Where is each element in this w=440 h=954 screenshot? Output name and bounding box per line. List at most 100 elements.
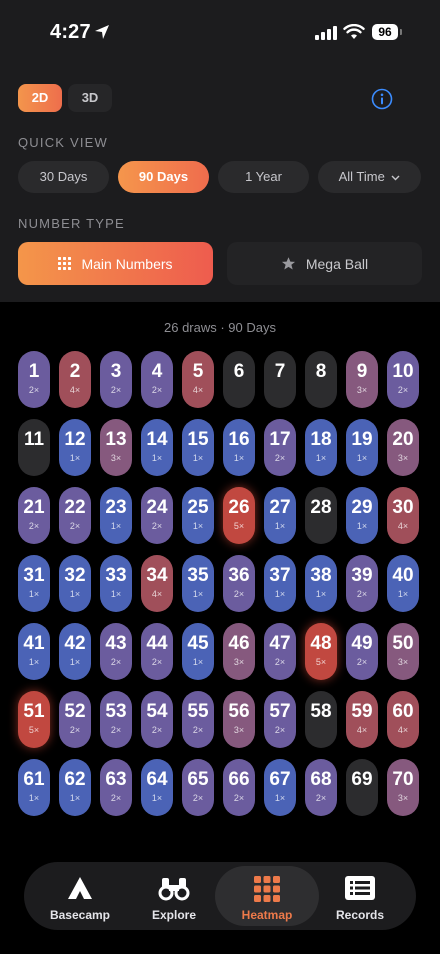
number-ball-53[interactable]: 53 2× xyxy=(100,691,132,748)
number-ball-31[interactable]: 31 1× xyxy=(18,555,50,612)
toggle-3d-button[interactable]: 3D xyxy=(68,84,112,112)
number-ball-46[interactable]: 46 3× xyxy=(223,623,255,680)
number-ball-64[interactable]: 64 1× xyxy=(141,759,173,816)
ball-number: 51 xyxy=(23,701,45,722)
number-ball-4[interactable]: 4 2× xyxy=(141,351,173,408)
number-ball-9[interactable]: 9 3× xyxy=(346,351,378,408)
quick-view-30-days[interactable]: 30 Days xyxy=(18,161,109,193)
number-ball-54[interactable]: 54 2× xyxy=(141,691,173,748)
number-ball-56[interactable]: 56 3× xyxy=(223,691,255,748)
number-ball-45[interactable]: 45 1× xyxy=(182,623,214,680)
number-ball-38[interactable]: 38 1× xyxy=(305,555,337,612)
number-ball-50[interactable]: 50 3× xyxy=(387,623,419,680)
number-ball-36[interactable]: 36 2× xyxy=(223,555,255,612)
ball-count: 2× xyxy=(110,725,122,735)
number-ball-44[interactable]: 44 2× xyxy=(141,623,173,680)
number-ball-8[interactable]: 8 xyxy=(305,351,337,408)
number-ball-6[interactable]: 6 xyxy=(223,351,255,408)
draw-summary: 26 draws · 90 Days xyxy=(164,320,276,335)
cellular-signal-icon xyxy=(315,26,337,40)
ball-number: 31 xyxy=(23,565,45,586)
number-ball-40[interactable]: 40 1× xyxy=(387,555,419,612)
number-ball-70[interactable]: 70 3× xyxy=(387,759,419,816)
info-icon[interactable] xyxy=(371,88,393,110)
number-ball-12[interactable]: 12 1× xyxy=(59,419,91,476)
tab-records[interactable]: Records xyxy=(314,866,406,926)
number-ball-52[interactable]: 52 2× xyxy=(59,691,91,748)
quick-view-90-days[interactable]: 90 Days xyxy=(118,161,209,193)
number-ball-23[interactable]: 23 1× xyxy=(100,487,132,544)
ball-count: 2× xyxy=(110,657,122,667)
number-ball-11[interactable]: 11 xyxy=(18,419,50,476)
number-ball-24[interactable]: 24 2× xyxy=(141,487,173,544)
number-ball-10[interactable]: 10 2× xyxy=(387,351,419,408)
quick-view-all-time[interactable]: All Time xyxy=(318,161,421,193)
tab-explore-label: Explore xyxy=(151,908,196,922)
number-ball-34[interactable]: 34 4× xyxy=(141,555,173,612)
number-ball-37[interactable]: 37 1× xyxy=(264,555,296,612)
number-ball-49[interactable]: 49 2× xyxy=(346,623,378,680)
number-ball-22[interactable]: 22 2× xyxy=(59,487,91,544)
number-ball-17[interactable]: 17 2× xyxy=(264,419,296,476)
number-ball-59[interactable]: 59 4× xyxy=(346,691,378,748)
chevron-down-icon xyxy=(391,175,400,181)
number-ball-62[interactable]: 62 1× xyxy=(59,759,91,816)
number-ball-57[interactable]: 57 2× xyxy=(264,691,296,748)
number-ball-32[interactable]: 32 1× xyxy=(59,555,91,612)
number-ball-20[interactable]: 20 3× xyxy=(387,419,419,476)
ball-number: 39 xyxy=(351,565,373,586)
number-ball-16[interactable]: 16 1× xyxy=(223,419,255,476)
tab-explore[interactable]: Explore xyxy=(128,866,220,926)
number-ball-7[interactable]: 7 xyxy=(264,351,296,408)
number-ball-69[interactable]: 69 xyxy=(346,759,378,816)
number-ball-63[interactable]: 63 2× xyxy=(100,759,132,816)
number-ball-21[interactable]: 21 2× xyxy=(18,487,50,544)
number-ball-5[interactable]: 5 4× xyxy=(182,351,214,408)
number-ball-60[interactable]: 60 4× xyxy=(387,691,419,748)
number-ball-26[interactable]: 26 5× xyxy=(223,487,255,544)
number-ball-27[interactable]: 27 1× xyxy=(264,487,296,544)
number-ball-65[interactable]: 65 2× xyxy=(182,759,214,816)
main-numbers-button[interactable]: Main Numbers xyxy=(18,242,213,285)
number-ball-67[interactable]: 67 1× xyxy=(264,759,296,816)
number-ball-68[interactable]: 68 2× xyxy=(305,759,337,816)
ball-number: 7 xyxy=(274,361,286,382)
number-ball-13[interactable]: 13 3× xyxy=(100,419,132,476)
ball-number: 54 xyxy=(146,701,168,722)
ball-number: 67 xyxy=(269,769,291,790)
number-ball-41[interactable]: 41 1× xyxy=(18,623,50,680)
number-ball-33[interactable]: 33 1× xyxy=(100,555,132,612)
ball-count: 2× xyxy=(233,589,245,599)
quick-view-1-year[interactable]: 1 Year xyxy=(218,161,309,193)
ball-number: 42 xyxy=(64,633,86,654)
number-ball-66[interactable]: 66 2× xyxy=(223,759,255,816)
number-ball-61[interactable]: 61 1× xyxy=(18,759,50,816)
toggle-2d-button[interactable]: 2D xyxy=(18,84,62,112)
mega-ball-button[interactable]: Mega Ball xyxy=(227,242,422,285)
tab-basecamp[interactable]: Basecamp xyxy=(34,866,126,926)
number-ball-30[interactable]: 30 4× xyxy=(387,487,419,544)
dimension-toggle: 2D 3D xyxy=(18,84,112,112)
number-ball-15[interactable]: 15 1× xyxy=(182,419,214,476)
number-ball-18[interactable]: 18 1× xyxy=(305,419,337,476)
number-ball-42[interactable]: 42 1× xyxy=(59,623,91,680)
number-ball-47[interactable]: 47 2× xyxy=(264,623,296,680)
number-ball-25[interactable]: 25 1× xyxy=(182,487,214,544)
number-ball-51[interactable]: 51 5× xyxy=(18,691,50,748)
number-ball-3[interactable]: 3 2× xyxy=(100,351,132,408)
number-ball-35[interactable]: 35 1× xyxy=(182,555,214,612)
number-ball-1[interactable]: 1 2× xyxy=(18,351,50,408)
number-ball-2[interactable]: 2 4× xyxy=(59,351,91,408)
number-ball-28[interactable]: 28 xyxy=(305,487,337,544)
ball-count: 4× xyxy=(192,385,204,395)
number-ball-29[interactable]: 29 1× xyxy=(346,487,378,544)
number-ball-43[interactable]: 43 2× xyxy=(100,623,132,680)
number-ball-58[interactable]: 58 xyxy=(305,691,337,748)
number-ball-39[interactable]: 39 2× xyxy=(346,555,378,612)
number-ball-55[interactable]: 55 2× xyxy=(182,691,214,748)
tab-heatmap[interactable]: Heatmap xyxy=(215,866,319,926)
number-ball-48[interactable]: 48 5× xyxy=(305,623,337,680)
number-ball-19[interactable]: 19 1× xyxy=(346,419,378,476)
ball-count: 1× xyxy=(356,521,368,531)
number-ball-14[interactable]: 14 1× xyxy=(141,419,173,476)
